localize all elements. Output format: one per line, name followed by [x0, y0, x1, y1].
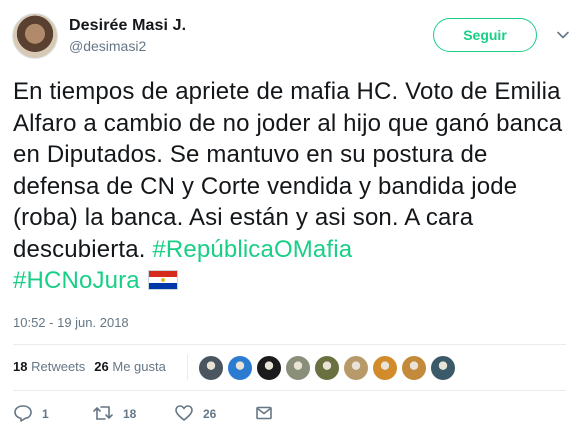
- like-button[interactable]: 26: [174, 402, 216, 426]
- retweet-button[interactable]: 18: [92, 402, 136, 426]
- direct-message-button[interactable]: [254, 402, 274, 426]
- liker-avatar[interactable]: [430, 355, 456, 381]
- retweets-stat[interactable]: 18 Retweets: [13, 359, 85, 374]
- stats-separator: [187, 354, 188, 380]
- tweet-timestamp[interactable]: 10:52 - 19 jun. 2018: [13, 315, 129, 330]
- hashtag-link[interactable]: #RepúblicaOMafia: [152, 236, 352, 263]
- liker-avatar[interactable]: [256, 355, 282, 381]
- tweet-stats: 18 Retweets 26 Me gusta: [13, 359, 166, 374]
- author-avatar[interactable]: [12, 13, 58, 59]
- retweets-label: Retweets: [31, 359, 86, 374]
- paraguay-flag-icon: [147, 269, 178, 290]
- liker-avatar[interactable]: [198, 355, 224, 381]
- retweet-count: 18: [123, 407, 137, 421]
- reply-icon: [14, 405, 32, 423]
- liker-avatar[interactable]: [343, 355, 369, 381]
- liker-avatar[interactable]: [314, 355, 340, 381]
- tweet-card: Desirée Masi J. @desimasi2 Seguir En tie…: [0, 0, 578, 431]
- liker-avatar[interactable]: [227, 355, 253, 381]
- follow-button[interactable]: Seguir: [433, 18, 537, 52]
- retweets-count: 18: [13, 359, 28, 374]
- retweet-icon: [93, 406, 113, 421]
- envelope-icon: [256, 407, 272, 420]
- like-count: 26: [203, 407, 217, 421]
- reply-count: 1: [42, 407, 49, 421]
- likes-label: Me gusta: [112, 359, 166, 374]
- liker-avatar[interactable]: [401, 355, 427, 381]
- liker-avatar[interactable]: [285, 355, 311, 381]
- heart-icon: [175, 405, 193, 422]
- reply-button[interactable]: 1: [13, 402, 49, 426]
- divider: [13, 390, 566, 391]
- liker-avatar[interactable]: [372, 355, 398, 381]
- tweet-actions: 1 18 26: [13, 402, 573, 426]
- author-name[interactable]: Desirée Masi J.: [69, 17, 186, 35]
- author-handle[interactable]: @desimasi2: [69, 38, 146, 54]
- divider: [13, 344, 566, 345]
- likes-stat[interactable]: 26 Me gusta: [94, 359, 166, 374]
- tweet-text: En tiempos de apriete de mafia HC. Voto …: [13, 76, 568, 297]
- more-options-chevron-down-icon[interactable]: [556, 28, 570, 42]
- likes-count: 26: [94, 359, 109, 374]
- hashtag-link[interactable]: #HCNoJura: [13, 267, 140, 294]
